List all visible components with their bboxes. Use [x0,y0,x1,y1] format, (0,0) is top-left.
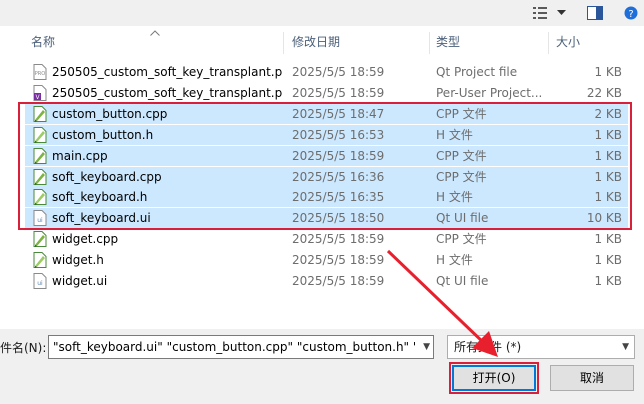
column-header-date[interactable]: 修改日期 [292,26,340,58]
file-date: 2025/5/5 18:59 [292,232,385,247]
ui-file-icon: ui [33,273,47,289]
svg-text:?: ? [628,9,633,20]
file-row[interactable]: PRO 250505_custom_soft_key_transplant.p..… [25,62,628,82]
file-size: 1 KB [594,232,622,247]
file-type: Qt Project file [436,65,518,79]
filename-value[interactable]: "soft_keyboard.ui" "custom_button.cpp" "… [53,336,415,358]
pro-file-icon: PRO [33,64,47,80]
toolbar: ? [0,0,644,26]
filetype-value: 所有文件 (*) [454,340,522,354]
column-divider[interactable] [548,32,549,54]
file-size: 1 KB [594,253,622,268]
file-size: 1 KB [594,274,622,288]
file-row[interactable]: widget.h 2025/5/5 18:59 H 文件 1 KB [25,250,628,270]
file-type: CPP 文件 [436,232,487,247]
file-name: 250505_custom_soft_key_transplant.p... [52,85,282,100]
column-divider[interactable] [429,32,430,54]
file-date: 2025/5/5 18:59 [292,253,385,268]
help-icon[interactable]: ? [622,3,640,23]
user-project-file-icon: V [33,84,47,101]
preview-pane-icon[interactable] [584,3,606,23]
open-button-highlight-box [449,362,539,394]
view-details-icon[interactable] [530,3,550,23]
file-type: Per-User Project... [436,85,543,100]
sort-ascending-icon [150,28,160,39]
file-row[interactable]: V 250505_custom_soft_key_transplant.p... 2… [25,83,628,103]
selection-highlight-box [18,102,632,230]
filetype-select[interactable]: 所有文件 (*) ▼ [447,335,635,359]
file-date: 2025/5/5 18:59 [292,85,385,100]
svg-text:ui: ui [37,280,43,287]
file-type: H 文件 [436,253,473,268]
filename-label: 件名(N): [0,341,47,355]
chevron-down-icon[interactable]: ▼ [423,336,430,358]
file-size: 22 KB [586,85,622,100]
chevron-down-icon[interactable]: ▼ [622,336,629,358]
column-header-size[interactable]: 大小 [556,26,580,58]
file-date: 2025/5/5 18:59 [292,274,385,288]
svg-text:PRO: PRO [35,71,45,77]
column-header-name[interactable]: 名称 [31,26,55,58]
chevron-down-icon[interactable] [554,3,568,23]
file-size: 1 KB [594,65,622,79]
cpp-file-icon [33,231,47,248]
column-divider[interactable] [283,32,284,54]
file-row[interactable]: ui widget.ui 2025/5/5 18:59 Qt UI file 1 KB [25,271,628,291]
cancel-button[interactable]: 取消 [550,365,634,391]
file-name: widget.cpp [52,232,119,247]
file-row[interactable]: widget.cpp 2025/5/5 18:59 CPP 文件 1 KB [25,229,628,249]
filename-input[interactable]: "soft_keyboard.ui" "custom_button.cpp" "… [48,335,434,359]
file-name: 250505_custom_soft_key_transplant.p... [52,65,282,79]
column-header-type[interactable]: 类型 [436,26,460,58]
header-file-icon [33,252,47,269]
file-name: widget.ui [52,274,108,288]
file-name: widget.h [52,253,104,268]
file-type: Qt UI file [436,274,489,288]
file-date: 2025/5/5 18:59 [292,65,385,79]
